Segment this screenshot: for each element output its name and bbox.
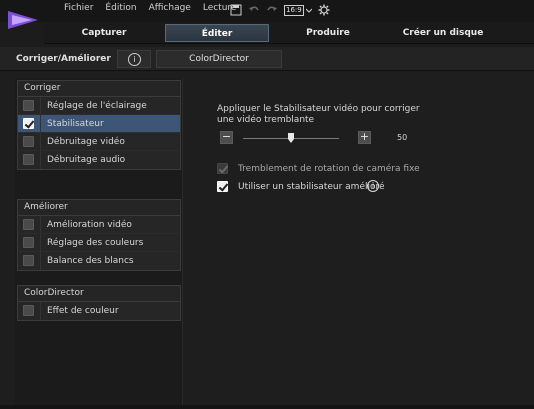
main-tabs: Capturer Éditer Produire Créer un disque xyxy=(44,22,534,44)
slider-value: 50 xyxy=(397,133,408,142)
list-item-label: Débruitage audio xyxy=(47,155,126,165)
list-item-reglage-eclairage[interactable]: Réglage de l'éclairage xyxy=(18,97,180,115)
group-ameliorer: Améliorer Amélioration vidéo Réglage des… xyxy=(17,199,181,271)
tab-produire[interactable]: Produire xyxy=(278,24,378,42)
undo-icon[interactable] xyxy=(248,4,260,16)
aspect-ratio-label: 16:9 xyxy=(284,4,304,16)
checkbox[interactable] xyxy=(23,305,34,316)
enhanced-option-label: Utiliser un stabilisateur amélioré xyxy=(238,182,385,192)
row-divider xyxy=(40,216,41,233)
group-title: Corriger xyxy=(18,81,180,97)
chevron-down-icon xyxy=(305,8,312,13)
list-item-effet-couleur[interactable]: Effet de couleur xyxy=(18,302,180,320)
redo-icon[interactable] xyxy=(266,4,278,16)
tab-editer[interactable]: Éditer xyxy=(165,24,269,42)
menu-affichage[interactable]: Affichage xyxy=(149,3,191,17)
list-item-label: Stabilisateur xyxy=(47,119,104,129)
decrease-button[interactable]: − xyxy=(220,131,233,144)
row-divider xyxy=(40,133,41,150)
info-icon[interactable]: i xyxy=(367,180,379,192)
info-button[interactable]: i xyxy=(117,50,151,68)
row-divider xyxy=(40,151,41,169)
bottom-border xyxy=(0,405,534,409)
list-item-label: Réglage des couleurs xyxy=(47,238,144,248)
group-corriger: Corriger Réglage de l'éclairage Stabilis… xyxy=(17,80,181,170)
rotation-option-label: Tremblement de rotation de caméra fixe xyxy=(238,164,420,174)
increase-button[interactable]: + xyxy=(358,131,371,144)
app-logo-icon xyxy=(8,11,38,29)
colordirector-button[interactable]: ColorDirector xyxy=(156,50,282,68)
row-divider xyxy=(40,115,41,132)
tab-creer-disque[interactable]: Créer un disque xyxy=(388,24,498,42)
row-divider xyxy=(40,97,41,114)
title-bar: Fichier Édition Affichage Lecture 16:9 xyxy=(0,0,534,29)
toolbar: 16:9 xyxy=(230,3,330,17)
rotation-checkbox[interactable] xyxy=(217,163,228,174)
list-item-balance-blancs[interactable]: Balance des blancs xyxy=(18,252,180,270)
tab-capturer[interactable]: Capturer xyxy=(54,24,154,42)
group-title: Améliorer xyxy=(18,200,180,216)
list-item-stabilisateur[interactable]: Stabilisateur xyxy=(18,115,180,133)
menu-bar: Fichier Édition Affichage Lecture xyxy=(64,3,248,17)
checkbox[interactable] xyxy=(23,237,34,248)
list-item-label: Effet de couleur xyxy=(47,306,119,316)
list-item-label: Balance des blancs xyxy=(47,256,134,266)
row-divider xyxy=(40,234,41,251)
enhanced-stabilizer-checkbox[interactable] xyxy=(217,181,228,192)
info-icon: i xyxy=(128,53,141,66)
list-item-debruitage-audio[interactable]: Débruitage audio xyxy=(18,151,180,169)
stabilizer-description: Appliquer le Stabilisateur vidéo pour co… xyxy=(217,104,420,125)
list-item-amelioration-video[interactable]: Amélioration vidéo xyxy=(18,216,180,234)
row-divider xyxy=(40,302,41,320)
gear-icon[interactable] xyxy=(318,4,330,16)
row-divider xyxy=(40,252,41,270)
list-item-debruitage-video[interactable]: Débruitage vidéo xyxy=(18,133,180,151)
save-icon[interactable] xyxy=(230,4,242,16)
checkbox[interactable] xyxy=(23,100,34,111)
list-item-label: Débruitage vidéo xyxy=(47,137,125,147)
panel-title: Corriger/Améliorer xyxy=(16,54,111,64)
group-colordirector: ColorDirector Effet de couleur xyxy=(17,285,181,321)
aspect-ratio-selector[interactable]: 16:9 xyxy=(284,4,312,16)
group-title: ColorDirector xyxy=(18,286,180,302)
list-item-label: Réglage de l'éclairage xyxy=(47,101,147,111)
menu-edition[interactable]: Édition xyxy=(105,3,136,17)
list-item-reglage-couleurs[interactable]: Réglage des couleurs xyxy=(18,234,180,252)
checkbox[interactable] xyxy=(23,154,34,165)
list-item-label: Amélioration vidéo xyxy=(47,220,132,230)
fix-enhance-header: Corriger/Améliorer i ColorDirector xyxy=(0,47,534,71)
checkbox[interactable] xyxy=(23,219,34,230)
checkbox-checked[interactable] xyxy=(23,118,34,129)
checkbox[interactable] xyxy=(23,136,34,147)
checkbox[interactable] xyxy=(23,255,34,266)
menu-fichier[interactable]: Fichier xyxy=(64,3,93,17)
